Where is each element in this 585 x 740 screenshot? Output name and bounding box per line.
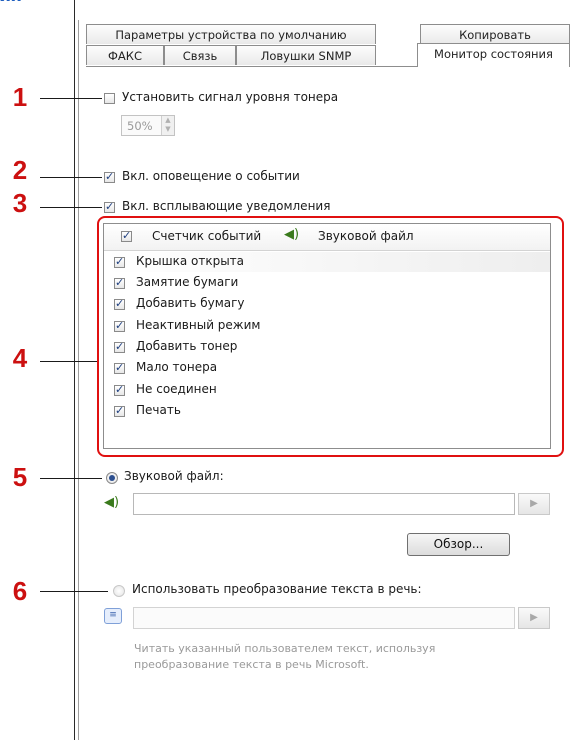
- play-icon: ▶: [530, 498, 538, 509]
- toner-level-value: 50%: [127, 119, 153, 133]
- tab-fax[interactable]: ФАКС: [86, 45, 164, 65]
- spin-up-icon[interactable]: ▲: [162, 116, 174, 125]
- text-to-speech-icon: ≡: [104, 608, 122, 624]
- tts-hint-line-1: Читать указанный пользователем текст, ис…: [134, 642, 436, 655]
- callout-3-line: [40, 207, 102, 208]
- event-notify-checkbox[interactable]: [104, 170, 115, 183]
- tab-snmp-traps[interactable]: Ловушки SNMP: [236, 45, 376, 65]
- callout-6-line: [40, 591, 108, 592]
- play-icon: ▶: [530, 612, 538, 623]
- callout-5: 5: [12, 462, 28, 492]
- tab-status-monitor[interactable]: Монитор состояния: [417, 43, 570, 67]
- callout-4-line: [40, 361, 98, 362]
- tab-default-device-settings[interactable]: Параметры устройства по умолчанию: [86, 24, 376, 44]
- popup-notify-checkbox[interactable]: [104, 200, 115, 213]
- callout-4: 4: [12, 343, 28, 373]
- sound-file-radio[interactable]: [106, 472, 118, 484]
- text-to-speech-label: Использовать преобразование текста в реч…: [132, 582, 422, 596]
- text-to-speech-input[interactable]: [133, 607, 515, 629]
- toner-alert-label: Установить сигнал уровня тонера: [122, 90, 339, 104]
- play-speech-button[interactable]: ▶: [518, 607, 550, 629]
- highlight-box: [97, 216, 564, 457]
- event-notify-label: Вкл. оповещение о событии: [122, 169, 300, 183]
- callout-3: 3: [12, 188, 28, 218]
- sound-file-label: Звуковой файл:: [124, 469, 224, 483]
- browse-button[interactable]: Обзор...: [407, 533, 510, 556]
- tts-hint-line-2: преобразование текста в речь Microsoft.: [134, 658, 369, 671]
- toner-level-spinner[interactable]: 50% ▲ ▼: [121, 115, 175, 136]
- tab-connection[interactable]: Связь: [164, 45, 236, 65]
- callout-2: 2: [12, 155, 28, 185]
- page-margin-line: [74, 0, 75, 740]
- callout-5-line: [40, 478, 102, 479]
- speaker-icon: ◀): [104, 495, 120, 510]
- callout-2-line: [40, 177, 102, 178]
- callout-1-line: [40, 98, 102, 99]
- popup-notify-label: Вкл. всплывающие уведомления: [122, 199, 331, 213]
- spinner-buttons[interactable]: ▲ ▼: [161, 116, 174, 135]
- sound-file-input[interactable]: [133, 493, 515, 515]
- text-to-speech-radio[interactable]: [113, 585, 125, 597]
- spin-down-icon[interactable]: ▼: [162, 125, 174, 134]
- heading-fragment: ия: [0, 0, 23, 6]
- play-sound-button[interactable]: ▶: [518, 493, 550, 515]
- callout-1: 1: [12, 82, 28, 112]
- callout-6: 6: [12, 576, 28, 606]
- toner-alert-checkbox[interactable]: [104, 93, 115, 104]
- tab-copy[interactable]: Копировать: [420, 24, 570, 44]
